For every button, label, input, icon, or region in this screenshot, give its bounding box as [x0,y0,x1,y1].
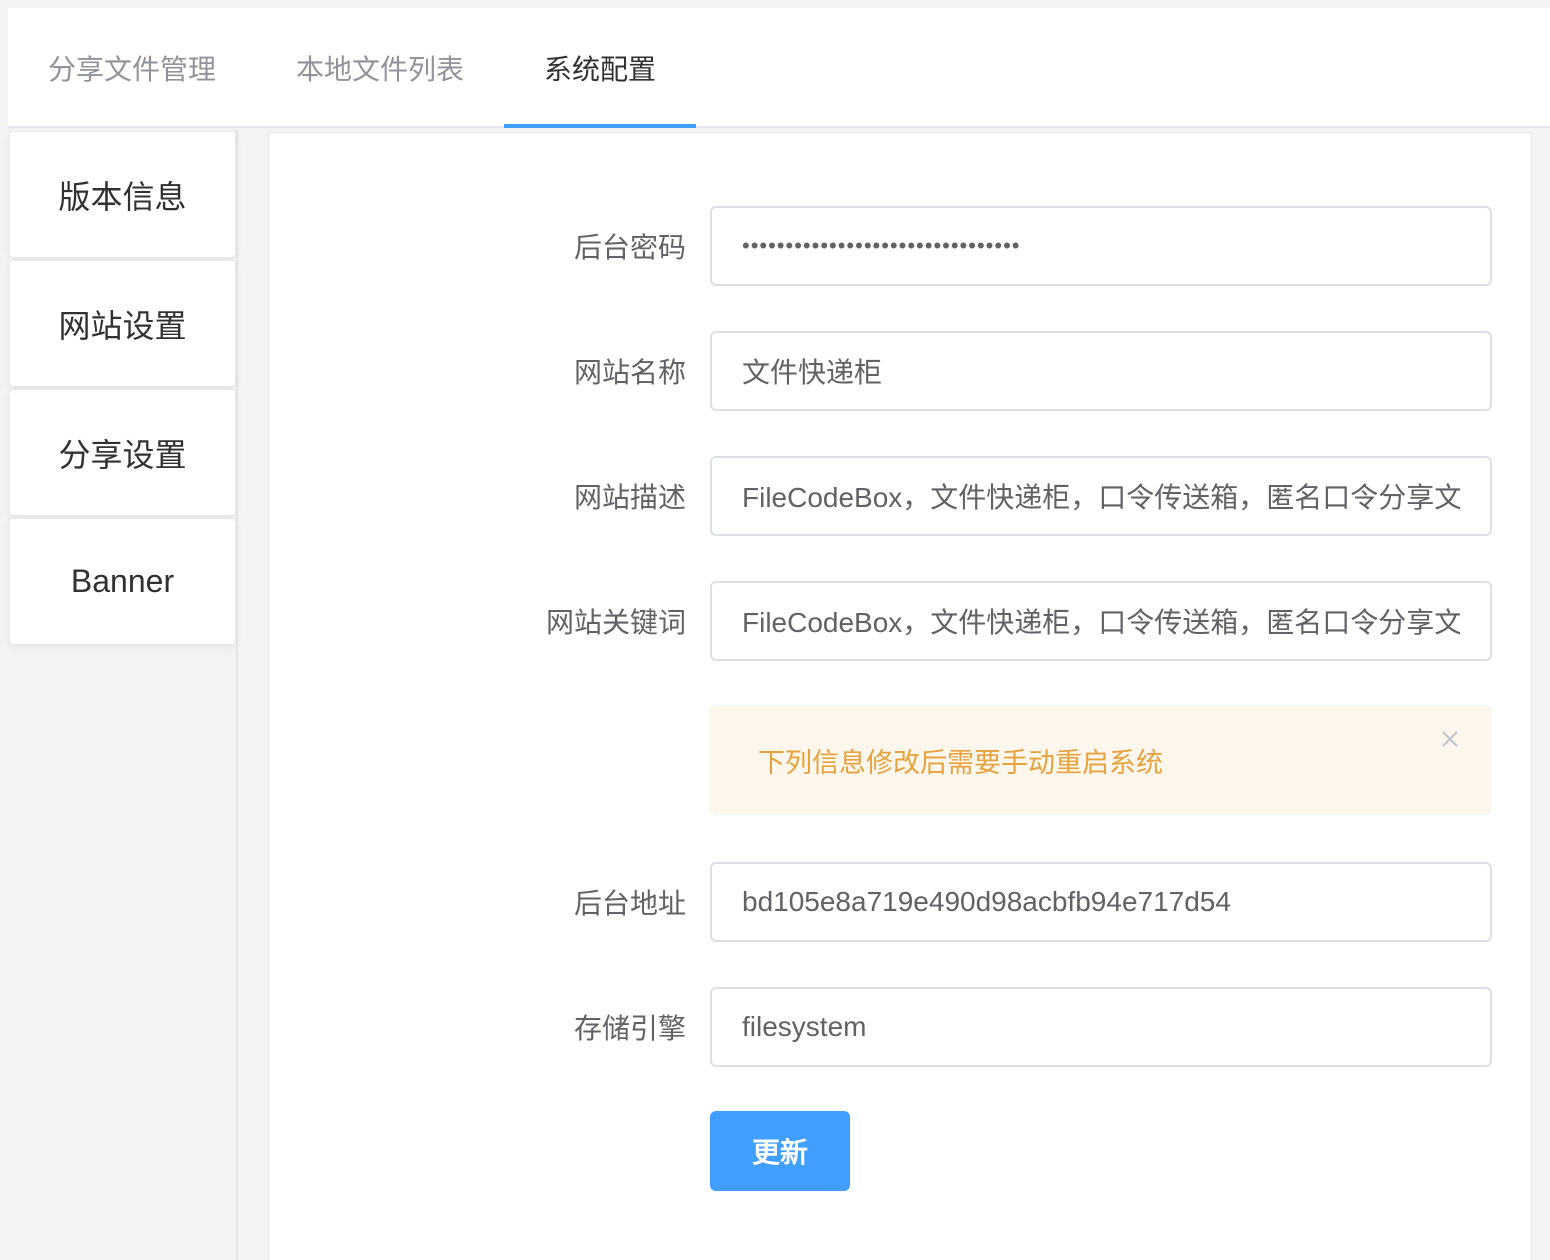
close-icon[interactable] [1438,727,1462,751]
restart-warning-alert: 下列信息修改后需要手动重启系统 [710,705,1492,815]
storage-engine-field[interactable] [710,987,1492,1067]
password-label: 后台密码 [573,232,686,263]
password-field[interactable] [710,206,1492,286]
tab-local-files[interactable]: 本地文件列表 [286,8,474,128]
site-description-field[interactable] [710,456,1492,536]
form-row-site-keywords: 网站关键词 [269,581,1533,661]
site-name-label: 网站名称 [573,357,686,388]
form-row-admin-address: 后台地址 [269,862,1533,942]
alert-message: 下列信息修改后需要手动重启系统 [758,747,1163,778]
form-row-password: 后台密码 [269,206,1533,286]
side-menu: 版本信息 网站设置 分享设置 Banner [8,130,238,1260]
storage-engine-label: 存储引擎 [573,1013,686,1044]
settings-form-card: 后台密码 网站名称 网站描述 网站关键词 下列信息修改后需要手动重启系统 后台地… [268,132,1532,1260]
page: 分享文件管理 本地文件列表 系统配置 版本信息 网站设置 分享设置 Banner… [0,0,1550,1260]
active-tab-indicator [504,124,696,128]
form-row-site-description: 网站描述 [269,456,1533,536]
form-row-storage-engine: 存储引擎 [269,987,1533,1067]
admin-address-field[interactable] [710,862,1492,942]
side-item-banner[interactable]: Banner [10,519,235,644]
site-description-label: 网站描述 [573,482,686,513]
site-name-field[interactable] [710,331,1492,411]
side-item-version-info[interactable]: 版本信息 [10,132,235,257]
tab-system-config[interactable]: 系统配置 [504,8,696,128]
side-item-site-settings[interactable]: 网站设置 [10,261,235,386]
form-row-site-name: 网站名称 [269,331,1533,411]
update-button[interactable]: 更新 [710,1111,850,1191]
admin-address-label: 后台地址 [573,888,686,919]
site-keywords-field[interactable] [710,581,1492,661]
site-keywords-label: 网站关键词 [545,607,686,638]
tab-share-files[interactable]: 分享文件管理 [38,8,226,128]
tab-bar: 分享文件管理 本地文件列表 系统配置 [8,8,1550,128]
side-item-share-settings[interactable]: 分享设置 [10,390,235,515]
